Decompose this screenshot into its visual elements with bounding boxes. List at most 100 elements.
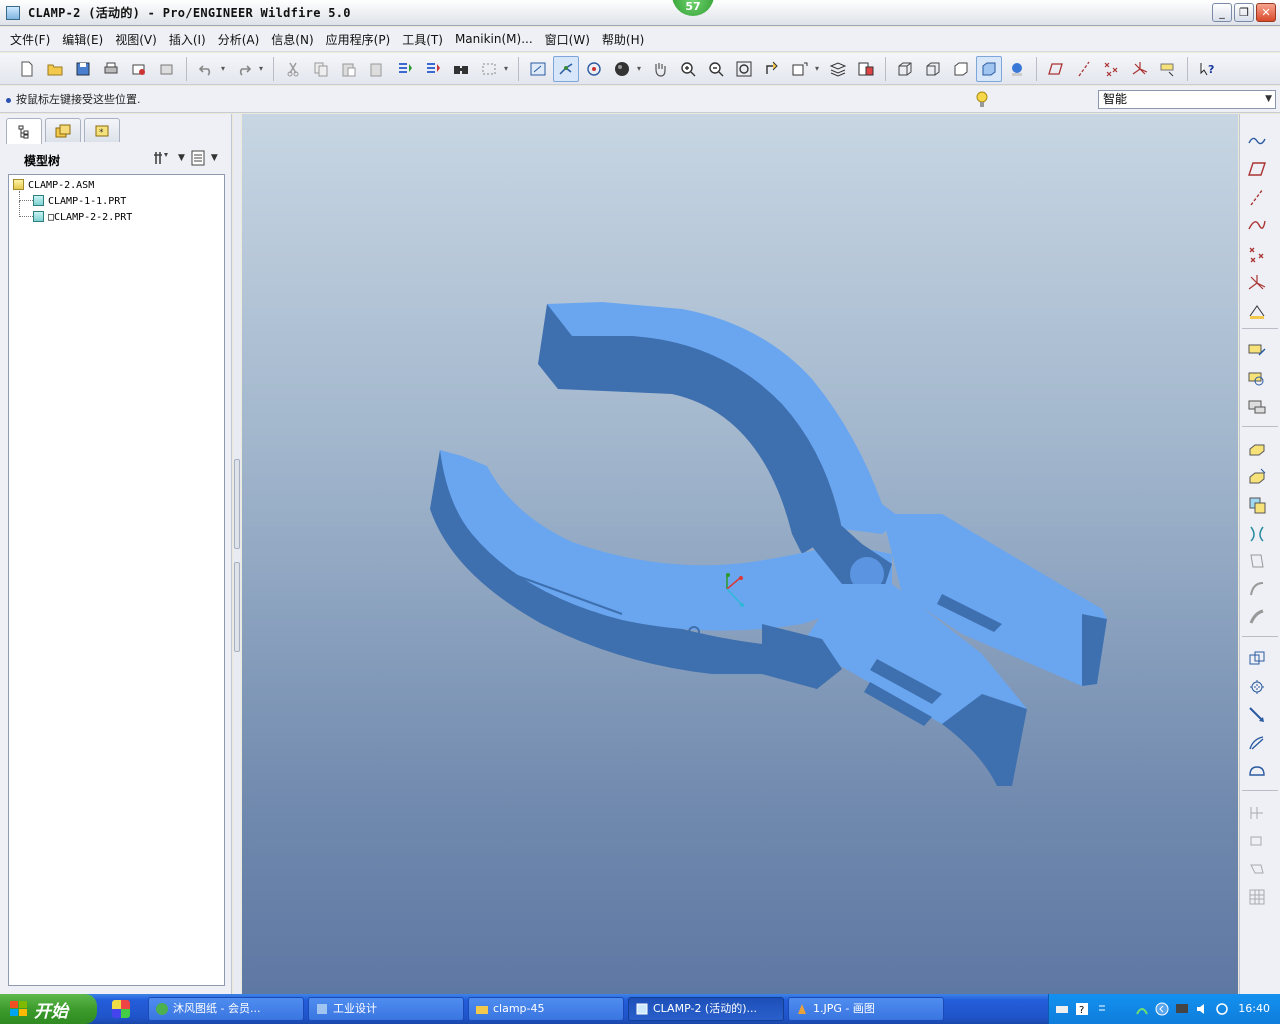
chevron-left-icon[interactable] bbox=[1155, 1002, 1169, 1016]
pattern-icon[interactable] bbox=[1244, 702, 1270, 728]
view-manager-icon[interactable] bbox=[853, 56, 879, 82]
mirror-icon[interactable] bbox=[1244, 730, 1270, 756]
sketch-icon[interactable] bbox=[1244, 128, 1270, 154]
print-icon[interactable] bbox=[98, 56, 124, 82]
menu-insert[interactable]: 插入(I) bbox=[163, 31, 212, 48]
menu-help[interactable]: 帮助(H) bbox=[596, 31, 650, 48]
taskbar-item-proe[interactable]: CLAMP-2 (活动的)... bbox=[628, 997, 784, 1021]
merge-icon[interactable] bbox=[1244, 758, 1270, 784]
minimize-button[interactable]: _ bbox=[1212, 3, 1232, 22]
notification-badge[interactable]: 57 bbox=[672, 0, 714, 16]
refit-icon[interactable] bbox=[731, 56, 757, 82]
trim-icon[interactable] bbox=[1244, 800, 1270, 826]
wireframe-icon[interactable] bbox=[892, 56, 918, 82]
round-icon[interactable] bbox=[1244, 646, 1270, 672]
sweep-icon[interactable] bbox=[1244, 492, 1270, 518]
taskbar-item-browser[interactable]: 沐风图纸 - 会员... bbox=[148, 997, 304, 1021]
clamp-model[interactable] bbox=[242, 114, 1238, 994]
taskbar-item-industrial-design[interactable]: 工业设计 bbox=[308, 997, 464, 1021]
tree-item-part[interactable]: CLAMP-1-1.PRT bbox=[33, 194, 126, 210]
zoom-out-icon[interactable] bbox=[703, 56, 729, 82]
datum-points-icon[interactable] bbox=[1099, 56, 1125, 82]
datum-axis-icon[interactable] bbox=[1244, 184, 1270, 210]
menu-file[interactable]: 文件(F) bbox=[4, 31, 56, 48]
undo-icon[interactable] bbox=[193, 56, 219, 82]
paste-icon[interactable] bbox=[336, 56, 362, 82]
hidden-line-icon[interactable] bbox=[920, 56, 946, 82]
menu-manikin[interactable]: Manikin(M)... bbox=[449, 32, 539, 46]
datum-planes-icon[interactable] bbox=[1043, 56, 1069, 82]
offset-icon[interactable] bbox=[1244, 828, 1270, 854]
thicken-icon[interactable] bbox=[1244, 856, 1270, 882]
rib-icon[interactable] bbox=[1244, 576, 1270, 602]
layers-icon[interactable] bbox=[825, 56, 851, 82]
analysis-icon[interactable] bbox=[1244, 298, 1270, 324]
context-help-icon[interactable]: ? bbox=[1194, 56, 1220, 82]
tab-model-tree[interactable] bbox=[6, 118, 42, 144]
chevron-down-icon[interactable]: ▼ bbox=[211, 153, 218, 163]
new-file-icon[interactable] bbox=[14, 56, 40, 82]
enhanced-realism-icon[interactable] bbox=[1004, 56, 1030, 82]
no-hidden-icon[interactable] bbox=[948, 56, 974, 82]
send-attach-icon[interactable] bbox=[154, 56, 180, 82]
tray-menu-icon[interactable] bbox=[1095, 1002, 1109, 1016]
hole-icon[interactable] bbox=[1244, 520, 1270, 546]
sync-icon[interactable] bbox=[1215, 1002, 1229, 1016]
assemble-icon[interactable] bbox=[1244, 338, 1270, 364]
keyboard-icon[interactable] bbox=[1055, 1002, 1069, 1016]
maximize-button[interactable]: ❐ bbox=[1234, 3, 1254, 22]
start-button[interactable]: 开始 bbox=[0, 994, 97, 1024]
orient-mode-icon[interactable] bbox=[581, 56, 607, 82]
taskbar-item-paint[interactable]: 1.JPG - 画图 bbox=[788, 997, 944, 1021]
lightbulb-icon[interactable] bbox=[975, 90, 989, 110]
display-style-icon[interactable] bbox=[609, 56, 635, 82]
grid-icon[interactable] bbox=[1244, 884, 1270, 910]
datum-curve-icon[interactable] bbox=[1244, 212, 1270, 238]
spin-center-icon[interactable] bbox=[553, 55, 579, 82]
select-box-icon[interactable] bbox=[476, 56, 502, 82]
chamfer-icon[interactable] bbox=[1244, 674, 1270, 700]
shell-icon[interactable] bbox=[1244, 548, 1270, 574]
quicklaunch-icon[interactable] bbox=[112, 1000, 130, 1018]
tab-favorites[interactable]: * bbox=[84, 118, 120, 142]
taskbar-item-folder[interactable]: clamp-45 bbox=[468, 997, 624, 1021]
menu-analysis[interactable]: 分析(A) bbox=[212, 31, 266, 48]
datum-axes-icon[interactable] bbox=[1071, 56, 1097, 82]
help-icon[interactable]: ? bbox=[1075, 1002, 1089, 1016]
close-button[interactable]: ✕ bbox=[1256, 3, 1276, 22]
cut-icon[interactable] bbox=[280, 56, 306, 82]
splitter-grip[interactable] bbox=[234, 562, 240, 652]
save-icon[interactable] bbox=[70, 56, 96, 82]
menu-window[interactable]: 窗口(W) bbox=[539, 31, 596, 48]
chevron-down-icon[interactable]: ▼ bbox=[178, 153, 185, 163]
network-icon[interactable] bbox=[1135, 1002, 1149, 1016]
tree-item-part[interactable]: □CLAMP-2-2.PRT bbox=[33, 210, 132, 226]
open-icon[interactable] bbox=[42, 56, 68, 82]
menu-info[interactable]: 信息(N) bbox=[265, 31, 319, 48]
datum-point-icon[interactable] bbox=[1244, 242, 1270, 268]
repaint-icon[interactable] bbox=[525, 56, 551, 82]
zoom-in-icon[interactable] bbox=[675, 56, 701, 82]
extrude-icon[interactable] bbox=[1244, 436, 1270, 462]
volume-icon[interactable] bbox=[1195, 1002, 1209, 1016]
datum-csys-icon[interactable] bbox=[1244, 270, 1270, 296]
create-component-icon[interactable] bbox=[1244, 366, 1270, 392]
saved-views-icon[interactable] bbox=[787, 56, 813, 82]
show-columns-icon[interactable] bbox=[189, 149, 207, 167]
regen-manager-icon[interactable] bbox=[420, 56, 446, 82]
pan-icon[interactable] bbox=[647, 56, 673, 82]
regenerate-icon[interactable] bbox=[392, 56, 418, 82]
redo-icon[interactable] bbox=[231, 56, 257, 82]
menu-applications[interactable]: 应用程序(P) bbox=[320, 31, 397, 48]
send-mail-icon[interactable] bbox=[126, 56, 152, 82]
annotations-icon[interactable] bbox=[1155, 56, 1181, 82]
selection-filter-select[interactable]: 智能 ▼ bbox=[1098, 90, 1276, 109]
tree-settings-icon[interactable] bbox=[152, 149, 174, 167]
splitter-grip[interactable] bbox=[234, 459, 240, 549]
display-icon[interactable] bbox=[1175, 1002, 1189, 1016]
menu-edit[interactable]: 编辑(E) bbox=[56, 31, 109, 48]
draft-icon[interactable] bbox=[1244, 604, 1270, 630]
graphics-viewport[interactable] bbox=[242, 114, 1238, 994]
shading-icon[interactable] bbox=[976, 55, 1002, 82]
reorient-icon[interactable] bbox=[759, 56, 785, 82]
